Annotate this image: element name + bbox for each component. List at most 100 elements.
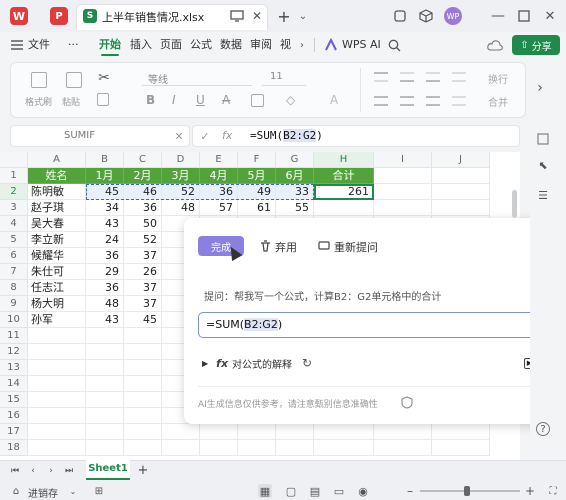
new-tab-icon[interactable]: +: [276, 7, 292, 26]
ribbon-tabs-chevron-icon[interactable]: ›: [296, 38, 308, 52]
minimize-icon[interactable]: —: [490, 8, 506, 24]
align-center-icon[interactable]: [400, 96, 414, 106]
cell-j3[interactable]: [432, 200, 490, 216]
cell-i3[interactable]: [374, 200, 432, 216]
row-header-10[interactable]: 10: [0, 312, 28, 328]
cell-i17[interactable]: [374, 424, 432, 440]
cell-f2[interactable]: 49: [238, 184, 276, 200]
fullscreen-icon[interactable]: ⛶: [546, 484, 560, 498]
row-header-5[interactable]: 5: [0, 232, 28, 248]
cell-f1[interactable]: 5月: [238, 168, 276, 184]
ribbon-expand-chevron-icon[interactable]: ›: [534, 80, 546, 96]
bold-icon[interactable]: B: [146, 93, 155, 107]
justify-icon[interactable]: [452, 96, 466, 106]
fx-label[interactable]: fx: [222, 129, 232, 142]
row-header-7[interactable]: 7: [0, 264, 28, 280]
cell-i1[interactable]: [374, 168, 432, 184]
eye-care-icon[interactable]: ◉: [356, 484, 370, 498]
name-box[interactable]: [10, 125, 190, 147]
cell-b8[interactable]: 36: [86, 280, 124, 296]
column-header-d[interactable]: D: [162, 152, 200, 168]
next-sheet-icon[interactable]: ›: [46, 464, 56, 478]
paste-label[interactable]: 粘贴: [62, 95, 80, 108]
fill-color-icon[interactable]: ◇: [286, 93, 295, 107]
align-top-icon[interactable]: [374, 72, 388, 82]
cell-a12[interactable]: [28, 344, 86, 360]
tab-page[interactable]: 页面: [160, 32, 182, 58]
cell-a2[interactable]: 陈明敏: [28, 184, 86, 200]
monitor-icon[interactable]: [230, 9, 244, 23]
row-header-15[interactable]: 15: [0, 392, 28, 408]
cancel-formula-icon[interactable]: ✕: [172, 129, 186, 143]
cell-b7[interactable]: 29: [86, 264, 124, 280]
prev-sheet-icon[interactable]: ‹: [28, 464, 38, 478]
format-painter-label[interactable]: 格式刷: [25, 95, 52, 108]
cell-h1[interactable]: 合计: [314, 168, 374, 184]
row-header-3[interactable]: 3: [0, 200, 28, 216]
settings-sliders-icon[interactable]: ☰: [536, 188, 550, 202]
tab-data[interactable]: 数据: [220, 32, 242, 58]
cell-e2[interactable]: 36: [200, 184, 238, 200]
wps-logo-icon[interactable]: W: [10, 7, 28, 25]
cell-c18[interactable]: [124, 440, 162, 456]
tab-list-chevron-icon[interactable]: ⌄: [296, 8, 310, 24]
cell-c6[interactable]: 37: [124, 248, 162, 264]
cell-a8[interactable]: 任志江: [28, 280, 86, 296]
select-all-corner[interactable]: [0, 152, 28, 168]
border-icon[interactable]: [251, 94, 264, 107]
underline-icon[interactable]: U: [196, 93, 205, 107]
properties-icon[interactable]: [536, 132, 550, 146]
cell-f17[interactable]: [238, 424, 276, 440]
cell-h3[interactable]: [314, 200, 374, 216]
indent-icon[interactable]: [452, 72, 466, 82]
row-header-9[interactable]: 9: [0, 296, 28, 312]
tab-view[interactable]: 视: [280, 32, 291, 58]
cell-a17[interactable]: [28, 424, 86, 440]
cell-c2[interactable]: 46: [124, 184, 162, 200]
cell-j1[interactable]: [432, 168, 490, 184]
tab-review[interactable]: 审阅: [250, 32, 272, 58]
window-restore-icon[interactable]: [392, 8, 408, 24]
cloud-icon[interactable]: [486, 37, 504, 53]
cell-h17[interactable]: [314, 424, 374, 440]
row-header-4[interactable]: 4: [0, 216, 28, 232]
cell-e3[interactable]: 57: [200, 200, 238, 216]
align-left-icon[interactable]: [374, 96, 388, 106]
cell-b6[interactable]: 36: [86, 248, 124, 264]
cell-c10[interactable]: 45: [124, 312, 162, 328]
cell-mode-icon[interactable]: ⊞: [92, 484, 106, 498]
cell-a9[interactable]: 杨大明: [28, 296, 86, 312]
align-bottom-icon[interactable]: [426, 72, 440, 82]
tab-formula[interactable]: 公式: [190, 32, 212, 58]
cell-b11[interactable]: [86, 328, 124, 344]
cell-f3[interactable]: 61: [238, 200, 276, 216]
align-right-icon[interactable]: [426, 96, 440, 106]
share-button[interactable]: ⇧ 分享: [512, 35, 560, 55]
cell-a6[interactable]: 候耀华: [28, 248, 86, 264]
tab-more[interactable]: ···: [68, 32, 79, 58]
cell-g18[interactable]: [276, 440, 314, 456]
row-header-18[interactable]: 18: [0, 440, 28, 456]
cell-b2[interactable]: 45: [86, 184, 124, 200]
cube-icon[interactable]: [418, 8, 434, 24]
cell-a7[interactable]: 朱仕可: [28, 264, 86, 280]
cell-g2[interactable]: 33: [276, 184, 314, 200]
cell-b5[interactable]: 24: [86, 232, 124, 248]
column-header-h[interactable]: H: [314, 152, 374, 168]
tab-file[interactable]: 文件: [28, 32, 50, 58]
cell-e18[interactable]: [200, 440, 238, 456]
cell-c3[interactable]: 36: [124, 200, 162, 216]
tab-home[interactable]: 开始: [99, 32, 121, 58]
cell-d17[interactable]: [162, 424, 200, 440]
cell-a13[interactable]: [28, 360, 86, 376]
status-chevron-icon[interactable]: ⌄: [68, 485, 78, 497]
cell-c16[interactable]: [124, 408, 162, 424]
cell-j17[interactable]: [432, 424, 490, 440]
cell-b14[interactable]: [86, 376, 124, 392]
row-header-12[interactable]: 12: [0, 344, 28, 360]
cell-c14[interactable]: [124, 376, 162, 392]
close-tab-icon[interactable]: ✕: [250, 9, 264, 23]
cell-i18[interactable]: [374, 440, 432, 456]
row-header-13[interactable]: 13: [0, 360, 28, 376]
wrap-text-button[interactable]: 换行: [488, 71, 508, 86]
